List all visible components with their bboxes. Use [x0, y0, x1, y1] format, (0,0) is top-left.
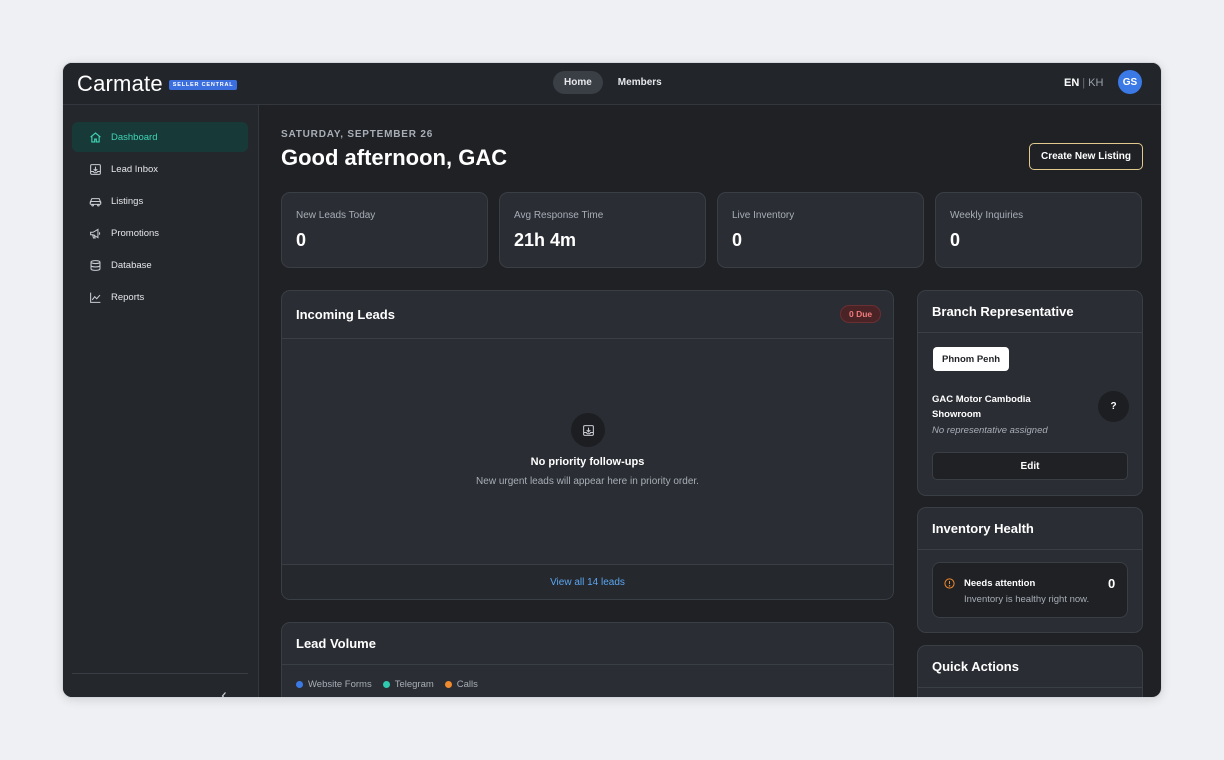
lead-volume-panel: Lead Volume Website Forms Telegram Calls [281, 622, 894, 697]
main-content: SATURDAY, SEPTEMBER 26 Good afternoon, G… [259, 105, 1161, 697]
legend-dot [382, 681, 390, 688]
panel-header: Lead Volume [282, 623, 893, 665]
legend-label: Website Forms [308, 679, 372, 690]
empty-state-subtitle: New urgent leads will appear here in pri… [476, 476, 699, 487]
top-bar: Carmate SELLER CENTRAL Home Members EN | K… [63, 63, 1161, 105]
panel-header: Inventory Health [918, 508, 1142, 550]
empty-state-title: No priority follow-ups [530, 456, 645, 468]
legend-item-telegram[interactable]: Telegram [382, 679, 434, 690]
alert-circle-icon [944, 576, 955, 589]
legend-dot [444, 681, 452, 688]
stat-label: New Leads Today [296, 210, 376, 221]
panel-footer: View all 14 leads [282, 564, 893, 599]
sidebar-item-label: Database [111, 259, 152, 271]
panel-title: Lead Volume [296, 636, 376, 651]
seller-central-badge: SELLER CENTRAL [168, 80, 238, 90]
lang-kh[interactable]: KH [1088, 77, 1103, 89]
representative-avatar-placeholder[interactable]: ? [1098, 391, 1129, 422]
tab-members[interactable]: Members [607, 71, 673, 94]
chart-line-icon [88, 290, 102, 304]
sidebar-item-reports[interactable]: Reports [72, 282, 248, 312]
stat-card-live-inventory: Live Inventory 0 [717, 192, 924, 268]
view-all-leads-link[interactable]: View all 14 leads [550, 577, 625, 588]
sidebar-item-promotions[interactable]: Promotions [72, 218, 248, 248]
legend-item-calls[interactable]: Calls [444, 679, 478, 690]
branch-representative-panel: Branch Representative Phnom Penh GAC Mot… [917, 290, 1143, 496]
sidebar-divider [72, 673, 248, 674]
language-switcher: EN | KH [1064, 77, 1103, 89]
stat-value: 0 [950, 230, 961, 250]
database-icon [88, 258, 102, 272]
inbox-download-icon [571, 413, 605, 447]
legend-label: Telegram [394, 679, 434, 690]
chevron-left-icon[interactable] [217, 689, 231, 697]
brand-name: Carmate [77, 71, 163, 96]
page-title: Good afternoon, GAC [281, 145, 508, 170]
legend-label: Calls [456, 679, 478, 690]
panel-title: Incoming Leads [296, 307, 395, 322]
lang-separator: | [1082, 77, 1086, 89]
due-badge: 0 Due [840, 305, 882, 323]
incoming-leads-panel: Incoming Leads 0 Due No priority follow-… [281, 290, 894, 600]
car-icon [88, 194, 102, 208]
panel-title: Quick Actions [932, 659, 1019, 674]
quick-actions-panel: Quick Actions [917, 645, 1143, 697]
stat-label: Weekly Inquiries [950, 210, 1024, 221]
stat-value: 0 [732, 230, 743, 250]
sidebar-item-listings[interactable]: Listings [72, 186, 248, 216]
sidebar-item-database[interactable]: Database [72, 250, 248, 280]
lang-en[interactable]: EN [1064, 77, 1079, 89]
sidebar: Dashboard Lead Inbox Listings Promotions… [63, 105, 259, 697]
sidebar-item-label: Dashboard [111, 131, 158, 143]
inventory-health-panel: Inventory Health Needs attention Invento… [917, 507, 1143, 633]
attention-count: 0 [1108, 576, 1116, 591]
attention-subtitle: Inventory is healthy right now. [964, 594, 1090, 605]
showroom-name: GAC Motor Cambodia Showroom [932, 394, 1031, 420]
stat-label: Live Inventory [732, 210, 795, 221]
sidebar-item-dashboard[interactable]: Dashboard [72, 122, 248, 152]
brand-logo[interactable]: Carmate SELLER CENTRAL [77, 71, 238, 97]
sidebar-item-label: Lead Inbox [111, 163, 159, 175]
representative-status: No representative assigned [932, 425, 1048, 436]
home-icon [88, 130, 102, 144]
needs-attention-card[interactable]: Needs attention Inventory is healthy rig… [932, 562, 1128, 618]
legend-dot [296, 681, 303, 688]
megaphone-icon [88, 226, 102, 240]
create-new-listing-button[interactable]: Create New Listing [1029, 143, 1143, 170]
sidebar-item-label: Listings [111, 195, 144, 207]
chart-legend: Website Forms Telegram Calls [296, 679, 478, 690]
branch-location-chip[interactable]: Phnom Penh [933, 347, 1010, 371]
sidebar-item-label: Promotions [111, 227, 160, 239]
panel-title: Inventory Health [932, 521, 1034, 536]
sidebar-item-lead-inbox[interactable]: Lead Inbox [72, 154, 248, 184]
panel-header: Branch Representative [918, 291, 1142, 333]
user-avatar[interactable]: GS [1118, 70, 1142, 94]
panel-title: Branch Representative [932, 304, 1074, 319]
inbox-download-icon [88, 162, 102, 176]
stat-card-avg-response: Avg Response Time 21h 4m [499, 192, 706, 268]
current-date: SATURDAY, SEPTEMBER 26 [281, 129, 434, 140]
legend-item-website-forms[interactable]: Website Forms [296, 679, 372, 690]
app-window: Carmate SELLER CENTRAL Home Members EN | K… [62, 62, 1162, 698]
tab-home[interactable]: Home [553, 71, 603, 94]
stat-card-new-leads: New Leads Today 0 [281, 192, 488, 268]
panel-header: Incoming Leads 0 Due [282, 291, 893, 339]
edit-button[interactable]: Edit [932, 452, 1128, 480]
stat-card-weekly-inquiries: Weekly Inquiries 0 [935, 192, 1142, 268]
stat-label: Avg Response Time [514, 210, 604, 221]
stat-value: 21h 4m [514, 230, 577, 250]
top-nav: Home Members [553, 71, 673, 94]
sidebar-item-label: Reports [111, 291, 145, 303]
stat-value: 0 [296, 230, 307, 250]
attention-title: Needs attention [964, 578, 1036, 589]
panel-header: Quick Actions [918, 646, 1142, 688]
